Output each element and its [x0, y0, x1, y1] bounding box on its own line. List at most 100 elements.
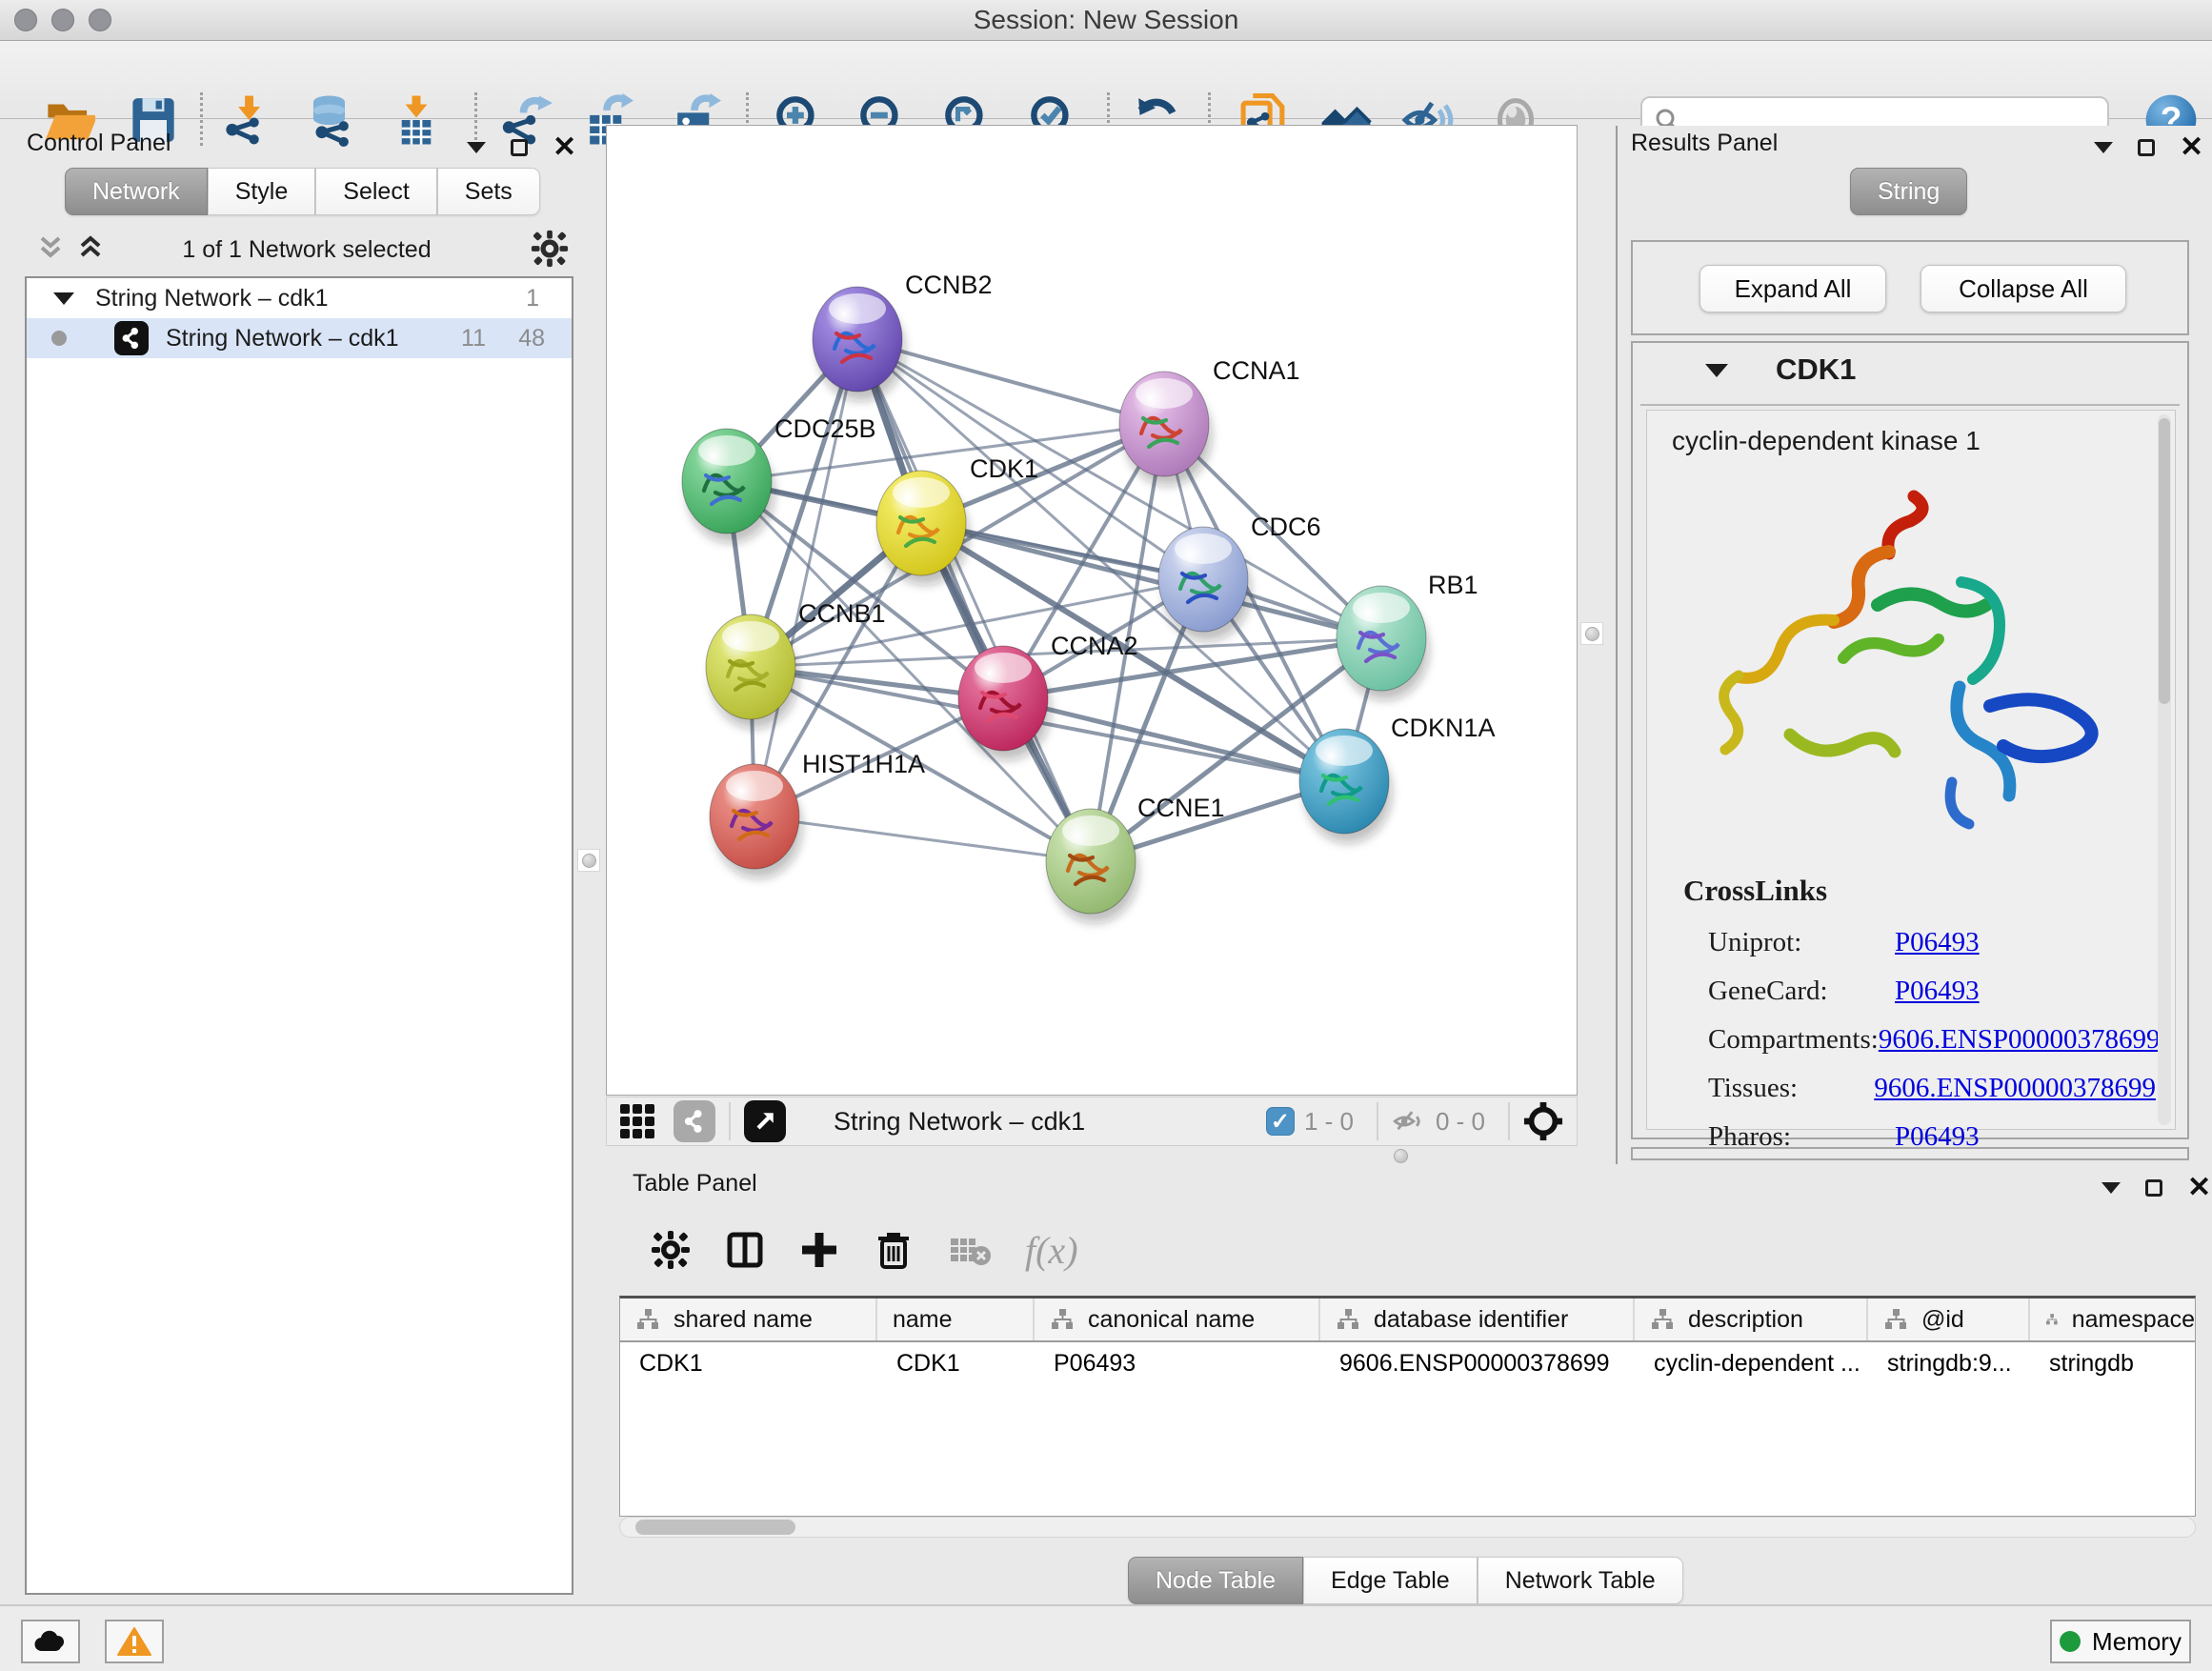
network-row-selected[interactable]: String Network – cdk1 11 48: [27, 318, 572, 358]
string-network-graph[interactable]: CCNB2CCNA1CDC25BCDK1CDC6RB1CCNB1CCNA2CDK…: [607, 126, 1577, 1095]
network-edge[interactable]: [754, 339, 857, 816]
network-node-ccnb2[interactable]: [813, 287, 905, 401]
table-cell[interactable]: P06493: [1035, 1342, 1320, 1384]
crosshair-navigator-icon[interactable]: [1523, 1101, 1563, 1141]
table-options-gear-icon[interactable]: [650, 1229, 692, 1271]
options-gear-icon[interactable]: [530, 229, 570, 269]
crosslink-link[interactable]: P06493: [1895, 927, 1980, 958]
column-header-database-identifier[interactable]: database identifier: [1320, 1299, 1635, 1340]
grid-icon: [618, 1102, 656, 1140]
network-node-ccne1[interactable]: [1046, 809, 1138, 923]
table-panel: Table Panel ✕ f(x) shared namenamecanoni…: [619, 1166, 2196, 1601]
network-node-cdk1[interactable]: [876, 471, 969, 585]
tab-select[interactable]: Select: [315, 168, 436, 215]
network-edge[interactable]: [857, 339, 1091, 861]
cloud-icon: [32, 1628, 69, 1655]
scrollbar-thumb[interactable]: [2159, 418, 2170, 704]
network-tree: String Network – cdk1 1 String Network –…: [25, 276, 573, 1595]
column-header-description[interactable]: description: [1635, 1299, 1868, 1340]
collection-count: 1: [526, 285, 539, 312]
panel-menu-icon[interactable]: [2101, 1182, 2121, 1194]
right-splitter-handle[interactable]: [1580, 622, 1603, 645]
float-panel-icon[interactable]: [511, 139, 528, 156]
table-panel-title: Table Panel: [633, 1170, 757, 1198]
warnings-button[interactable]: [105, 1620, 164, 1663]
table-cell[interactable]: 9606.ENSP00000378699: [1320, 1342, 1635, 1384]
table-cell[interactable]: CDK1: [877, 1342, 1035, 1384]
network-node-cdkn1a[interactable]: [1299, 729, 1392, 843]
column-source-icon: [1050, 1307, 1075, 1332]
close-panel-icon[interactable]: ✕: [2180, 133, 2203, 162]
open-network-in-window-button[interactable]: [744, 1100, 786, 1142]
column-source-icon: [1336, 1307, 1360, 1332]
tab-sets[interactable]: Sets: [437, 168, 540, 215]
tab-string[interactable]: String: [1850, 168, 1967, 215]
float-panel-icon[interactable]: [2145, 1179, 2162, 1197]
column-header-name[interactable]: name: [877, 1299, 1035, 1340]
next-section-stub: [1631, 1147, 2189, 1160]
show-columns-icon[interactable]: [724, 1229, 766, 1271]
network-node-ccna1[interactable]: [1119, 372, 1212, 486]
close-panel-icon[interactable]: ✕: [553, 133, 576, 162]
crosslink-row: Tissues:9606.ENSP00000378699: [1708, 1073, 2156, 1104]
selected-checkbox[interactable]: ✓: [1266, 1107, 1295, 1136]
crosslink-row: Uniprot:P06493: [1708, 927, 2156, 958]
tab-node-table[interactable]: Node Table: [1128, 1557, 1303, 1604]
expand-all-button[interactable]: Expand All: [1699, 265, 1886, 312]
current-network-dot-icon: [51, 331, 67, 346]
network-node-ccnb1[interactable]: [706, 614, 798, 729]
node-table[interactable]: shared namenamecanonical namedatabase id…: [619, 1296, 2196, 1517]
cloud-status-button[interactable]: [21, 1620, 80, 1663]
crosslink-link[interactable]: 9606.ENSP00000378699: [1874, 1073, 2156, 1104]
tab-style[interactable]: Style: [208, 168, 316, 215]
column-header-canonical-name[interactable]: canonical name: [1035, 1299, 1320, 1340]
toolbar-divider: [1377, 1102, 1378, 1140]
tab-network-table[interactable]: Network Table: [1478, 1557, 1683, 1604]
table-cell[interactable]: stringdb:9...: [1868, 1342, 2030, 1384]
network-collection-row[interactable]: String Network – cdk1 1: [27, 278, 572, 318]
memory-ok-dot-icon: [2060, 1631, 2081, 1652]
gene-expanded-icon[interactable]: [1705, 364, 1728, 377]
table-cell[interactable]: CDK1: [620, 1342, 877, 1384]
tab-edge-table[interactable]: Edge Table: [1303, 1557, 1478, 1604]
panel-menu-icon[interactable]: [2094, 142, 2113, 153]
float-panel-icon[interactable]: [2138, 139, 2155, 156]
crosslink-link[interactable]: 9606.ENSP00000378699: [1879, 1024, 2161, 1056]
column-source-icon: [2045, 1307, 2059, 1332]
show-grid-button[interactable]: [616, 1100, 658, 1142]
memory-status-button[interactable]: Memory: [2050, 1620, 2191, 1663]
table-horizontal-scrollbar[interactable]: [619, 1517, 2196, 1538]
close-panel-icon[interactable]: ✕: [2187, 1174, 2211, 1202]
column-header--id[interactable]: @id: [1868, 1299, 2030, 1340]
collection-expanded-icon[interactable]: [53, 292, 74, 305]
tab-network[interactable]: Network: [65, 168, 208, 215]
panel-menu-icon[interactable]: [467, 142, 486, 153]
network-node-hist1h1a[interactable]: [710, 764, 802, 878]
network-birdseye-button[interactable]: [674, 1100, 715, 1142]
selected-counts: 1 - 0: [1304, 1107, 1354, 1137]
table-cell[interactable]: stringdb: [2030, 1342, 2196, 1384]
results-vertical-scrollbar[interactable]: [2158, 414, 2171, 1125]
network-node-rb1[interactable]: [1337, 586, 1429, 700]
network-edge[interactable]: [754, 816, 1091, 861]
network-node-ccna2[interactable]: [958, 646, 1051, 760]
column-header-shared-name[interactable]: shared name: [620, 1299, 877, 1340]
collapse-all-button[interactable]: Collapse All: [1920, 265, 2126, 312]
table-row[interactable]: CDK1CDK1P064939606.ENSP00000378699cyclin…: [620, 1342, 2195, 1384]
scrollbar-thumb[interactable]: [635, 1520, 795, 1535]
column-source-icon: [1650, 1307, 1675, 1332]
bottom-splitter-handle[interactable]: [1389, 1144, 1412, 1167]
create-column-plus-icon[interactable]: [798, 1229, 840, 1271]
left-splitter-handle[interactable]: [577, 849, 600, 872]
node-label-ccna1: CCNA1: [1213, 356, 1300, 385]
delete-columns-trash-icon[interactable]: [873, 1229, 915, 1271]
crosslink-link[interactable]: P06493: [1895, 976, 1980, 1007]
crosslink-label: GeneCard:: [1708, 976, 1895, 1007]
network-view-title: String Network – cdk1: [834, 1107, 1085, 1137]
network-selection-status: 1 of 1 Network selected: [10, 236, 604, 264]
network-canvas[interactable]: CCNB2CCNA1CDC25BCDK1CDC6RB1CCNB1CCNA2CDK…: [606, 125, 1578, 1096]
column-header-namespace[interactable]: namespace: [2030, 1299, 2196, 1340]
node-label-hist1h1a: HIST1H1A: [802, 750, 925, 778]
main-toolbar: ?: [0, 41, 2212, 119]
table-cell[interactable]: cyclin-dependent ...: [1635, 1342, 1868, 1384]
